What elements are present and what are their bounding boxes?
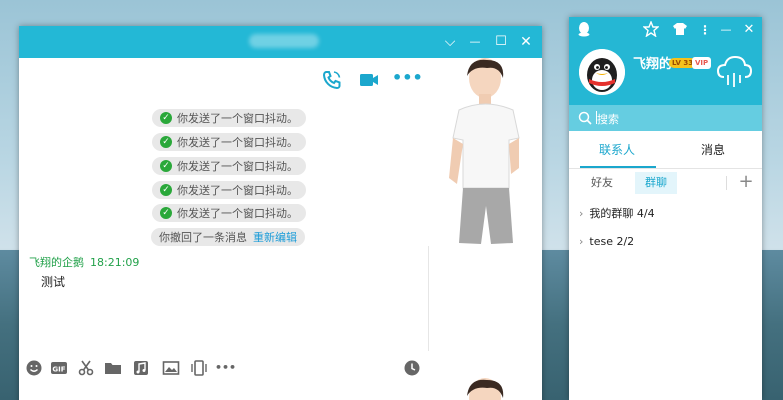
re-edit-link[interactable]: 重新编辑 <box>253 229 297 245</box>
system-message: ✓ 你发送了一个窗口抖动。 <box>152 181 306 199</box>
check-icon: ✓ <box>160 112 172 124</box>
weather-cloud-icon[interactable] <box>714 51 754 91</box>
chat-title-bar[interactable]: cdhtryan ⌵ — ☐ ✕ <box>19 26 542 58</box>
avatar[interactable] <box>579 49 625 95</box>
check-icon: ✓ <box>160 184 172 196</box>
segment-friends[interactable]: 好友 <box>581 172 623 194</box>
tab-messages[interactable]: 消息 <box>665 141 761 158</box>
main-tabs: 联系人 消息 <box>569 131 762 169</box>
screenshot-scissors-icon[interactable] <box>77 359 95 377</box>
sender-name[interactable]: 飞翔的企鹅 <box>29 256 84 269</box>
check-icon: ✓ <box>160 160 172 172</box>
check-icon: ✓ <box>160 207 172 219</box>
search-bar[interactable]: 搜索 <box>569 105 762 131</box>
tab-contacts[interactable]: 联系人 <box>569 141 665 158</box>
cartoon-avatar-figure <box>449 58 520 400</box>
qq-penguin-icon <box>575 21 593 39</box>
profile-header: ⋮ — ✕ 飞翔的 LV 33 VIP 搜索 <box>569 17 762 131</box>
maximize-button[interactable]: ☐ <box>491 32 511 52</box>
system-message: ✓ 你发送了一个窗口抖动。 <box>152 109 306 127</box>
folder-icon[interactable] <box>104 359 122 377</box>
svg-text:GIF: GIF <box>52 366 65 374</box>
group-item-my-groups[interactable]: › 我的群聊 4/4 <box>579 205 655 221</box>
skin-shirt-icon[interactable] <box>671 21 689 39</box>
close-button[interactable]: ✕ <box>516 32 536 52</box>
window-shake-icon[interactable] <box>190 359 208 377</box>
search-placeholder: 搜索 <box>597 113 619 126</box>
recall-notice: 你撤回了一条消息 重新编辑 <box>151 228 305 246</box>
gif-icon[interactable]: GIF <box>50 359 68 377</box>
chat-window: cdhtryan ⌵ — ☐ ✕ ••• ✓你发送了一个窗口抖动。 ✓你发送了一… <box>19 26 542 400</box>
video-call-icon[interactable] <box>357 68 381 92</box>
penguin-avatar-icon <box>579 49 625 95</box>
nickname[interactable]: 飞翔的 <box>633 53 672 72</box>
menu-dots-icon[interactable]: ⋮ <box>696 21 714 39</box>
dropdown-icon[interactable]: ⌵ <box>440 32 460 52</box>
system-message: ✓ 你发送了一个窗口抖动。 <box>152 133 306 151</box>
search-icon <box>577 110 593 126</box>
active-tab-indicator <box>580 166 656 168</box>
show-panel <box>429 58 542 400</box>
contact-panel: ⋮ — ✕ 飞翔的 LV 33 VIP 搜索 联系人 消息 好友 群聊 + › … <box>569 17 762 400</box>
image-icon[interactable] <box>162 359 180 377</box>
vip-badge[interactable]: VIP <box>692 57 712 69</box>
system-message: ✓ 你发送了一个窗口抖动。 <box>152 204 306 222</box>
message-header: 飞翔的企鹅 18:21:09 <box>29 254 139 270</box>
emoji-icon[interactable] <box>25 359 43 377</box>
music-icon[interactable] <box>132 359 150 377</box>
system-message: ✓ 你发送了一个窗口抖动。 <box>152 157 306 175</box>
star-icon[interactable] <box>642 20 660 39</box>
chevron-right-icon: › <box>579 207 584 220</box>
message-text: 测试 <box>41 275 66 289</box>
contact-segment: 好友 群聊 + <box>569 170 762 198</box>
minimize-button[interactable]: — <box>465 32 485 52</box>
more-tools-icon[interactable]: ••• <box>215 359 237 377</box>
more-options-icon[interactable]: ••• <box>392 68 423 92</box>
message-time: 18:21:09 <box>90 256 140 269</box>
voice-call-icon[interactable] <box>320 68 344 92</box>
check-icon: ✓ <box>160 136 172 148</box>
input-toolbar: GIF ••• <box>19 351 429 381</box>
minimize-button[interactable]: — <box>717 21 735 39</box>
segment-groups[interactable]: 群聊 <box>635 172 677 194</box>
segment-divider <box>726 176 727 190</box>
add-icon[interactable]: + <box>737 170 755 194</box>
chevron-right-icon: › <box>579 235 584 248</box>
history-clock-icon[interactable] <box>403 359 421 377</box>
chat-title-blurred: cdhtryan <box>249 34 319 48</box>
group-item-tese[interactable]: › tese 2/2 <box>579 235 634 248</box>
close-button[interactable]: ✕ <box>740 21 758 39</box>
